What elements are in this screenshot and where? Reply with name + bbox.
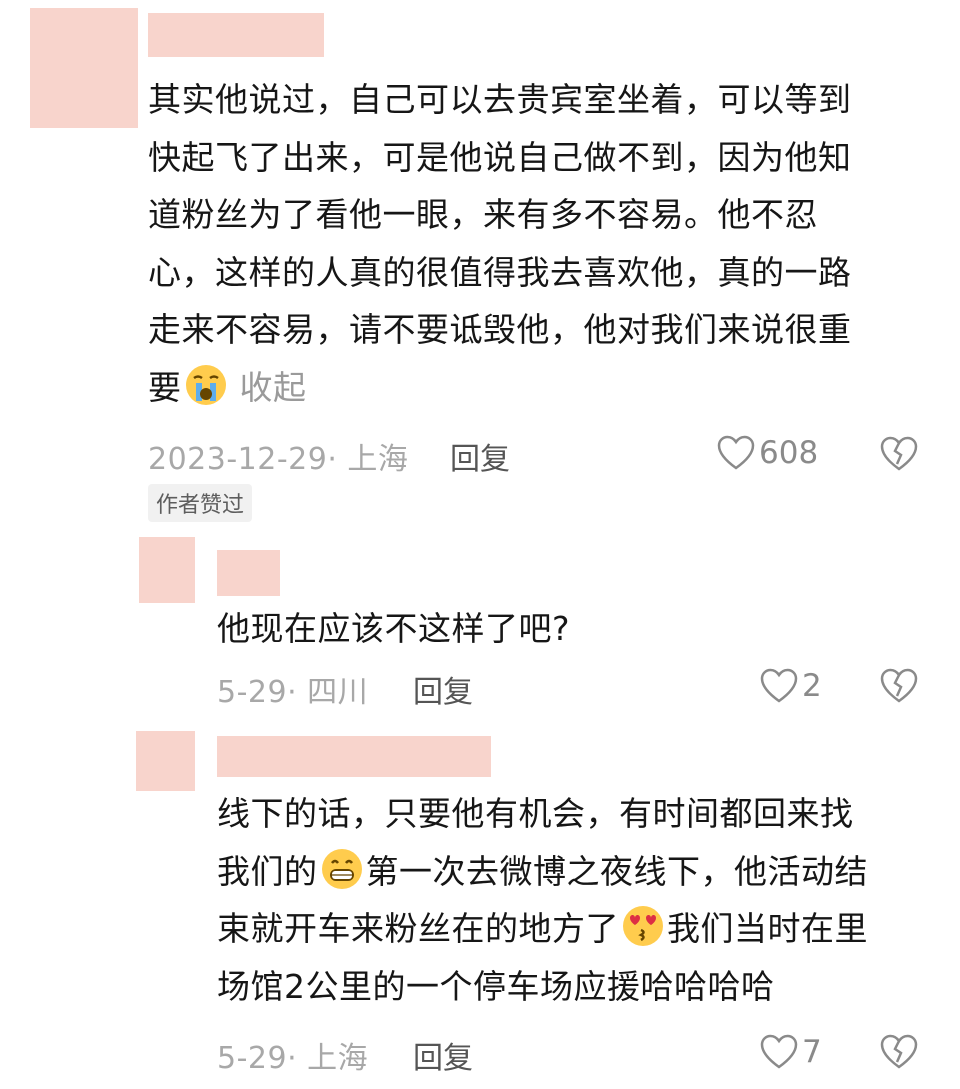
like-button[interactable]: 2	[760, 668, 822, 704]
heart-icon	[717, 435, 755, 471]
dislike-button[interactable]	[880, 1034, 918, 1074]
username-redacted[interactable]	[148, 13, 324, 57]
comment-line: 第一次去微博之夜线下，他活动结	[365, 851, 868, 891]
loudly-crying-face-icon	[184, 363, 228, 407]
comment-line: 束就开车来粉丝在的地方了	[217, 909, 619, 948]
heart-icon	[760, 668, 798, 704]
comment-line: 快起飞了出来，可是他说自己做不到，因为他知	[148, 137, 852, 177]
dislike-button[interactable]	[880, 436, 918, 476]
collapse-link[interactable]: 收起	[240, 368, 307, 407]
author-liked-badge: 作者赞过	[148, 484, 253, 522]
avatar[interactable]	[30, 8, 138, 128]
comment-line: 走来不容易，请不要诋毁他，他对我们来说很重	[148, 310, 852, 349]
comment-line: 我们当时在里	[667, 909, 868, 948]
dislike-button[interactable]	[880, 668, 918, 708]
comment-line: 场馆2公里的一个停车场应援哈哈哈哈	[217, 966, 775, 1006]
comment-line: 道粉丝为了看他一眼，来有多不容易。他不忍	[148, 195, 818, 234]
comment-text: 他现在应该不这样了吧?	[217, 600, 917, 658]
reply-button[interactable]: 回复	[413, 1033, 473, 1077]
like-button[interactable]: 608	[717, 435, 818, 471]
comment-meta: 2023-12-29· 上海	[148, 442, 409, 477]
username-redacted[interactable]	[217, 550, 280, 596]
comment-line: 其实他说过，自己可以去贵宾室坐着，可以等到	[148, 80, 852, 119]
like-button[interactable]: 7	[760, 1034, 822, 1070]
face-blowing-a-kiss-icon	[621, 904, 665, 948]
comment-meta: 5-29· 四川	[217, 675, 369, 710]
comment-line: 线下的话，只要他有机会，有时间都回来找	[217, 794, 854, 833]
reply-button[interactable]: 回复	[413, 667, 473, 711]
comment-line: 我们的	[217, 851, 318, 891]
broken-heart-icon	[880, 668, 918, 708]
comment-line: 要	[148, 367, 182, 407]
heart-icon	[760, 1034, 798, 1070]
broken-heart-icon	[880, 436, 918, 476]
comment-meta: 5-29· 上海	[217, 1041, 369, 1076]
grinning-face-icon	[320, 847, 364, 891]
like-count: 7	[802, 1034, 822, 1070]
broken-heart-icon	[880, 1034, 918, 1074]
comment-line: 心，这样的人真的很值得我去喜欢他，真的一路	[148, 252, 852, 292]
like-count: 608	[759, 435, 819, 471]
comment-text: 线下的话，只要他有机会，有时间都回来找 我们的 第一次去微博之夜线下，他活动结 束…	[217, 785, 937, 1015]
avatar[interactable]	[139, 537, 195, 603]
username-redacted[interactable]	[217, 736, 491, 777]
comment-line: 他现在应该不这样了吧?	[217, 609, 571, 648]
avatar[interactable]	[136, 731, 195, 791]
reply-button[interactable]: 回复	[450, 434, 510, 478]
comment-text: 其实他说过，自己可以去贵宾室坐着，可以等到 快起飞了出来，可是他说自己做不到，因…	[148, 71, 928, 416]
like-count: 2	[802, 668, 822, 704]
